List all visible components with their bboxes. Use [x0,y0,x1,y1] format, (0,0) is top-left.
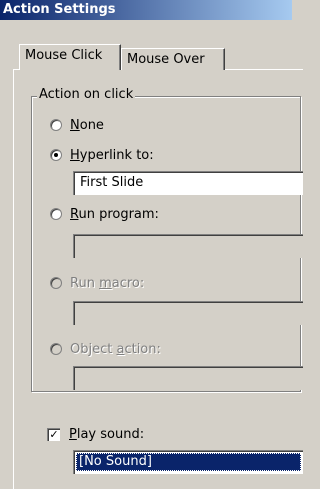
radio-none-label: None [70,117,104,133]
window-title: Action Settings [3,2,116,17]
object-action-field [73,366,303,390]
sound-dropdown-value: [No Sound] [76,453,301,471]
tab-mouse-click-label: Mouse Click [25,48,103,63]
radio-run-macro: Run macro: [50,274,144,292]
radio-object-action-label: Object action: [70,341,161,357]
radio-run-program-label: Run program: [70,206,159,222]
tab-mouse-over[interactable]: Mouse Over [121,48,225,70]
run-program-field [73,234,303,258]
radio-selected-dot [54,153,58,157]
play-sound-checkbox[interactable]: ✓ [47,427,60,441]
radio-hyperlink[interactable]: Hyperlink to: [50,146,154,164]
sound-dropdown[interactable]: [No Sound] [73,450,303,474]
hyperlink-field[interactable]: First Slide [73,171,303,195]
play-sound-checkbox-row[interactable]: ✓ Play sound: [47,425,144,443]
radio-none-indicator[interactable] [50,119,62,131]
play-sound-label: Play sound: [69,426,145,442]
radio-object-action: Object action: [50,340,161,358]
action-on-click-legend: Action on click [37,87,136,102]
run-macro-field [73,301,303,325]
tab-mouse-click[interactable]: Mouse Click [19,44,121,70]
radio-run-macro-label: Run macro: [70,275,145,291]
radio-hyperlink-indicator[interactable] [50,149,62,161]
radio-none[interactable]: None [50,116,104,134]
window-title-bar: Action Settings [0,0,292,20]
radio-run-program-indicator[interactable] [50,208,62,220]
radio-run-program[interactable]: Run program: [50,205,159,223]
radio-hyperlink-label: Hyperlink to: [70,147,154,163]
radio-run-macro-indicator [50,277,62,289]
radio-object-action-indicator [50,343,62,355]
tab-mouse-over-label: Mouse Over [127,52,205,67]
